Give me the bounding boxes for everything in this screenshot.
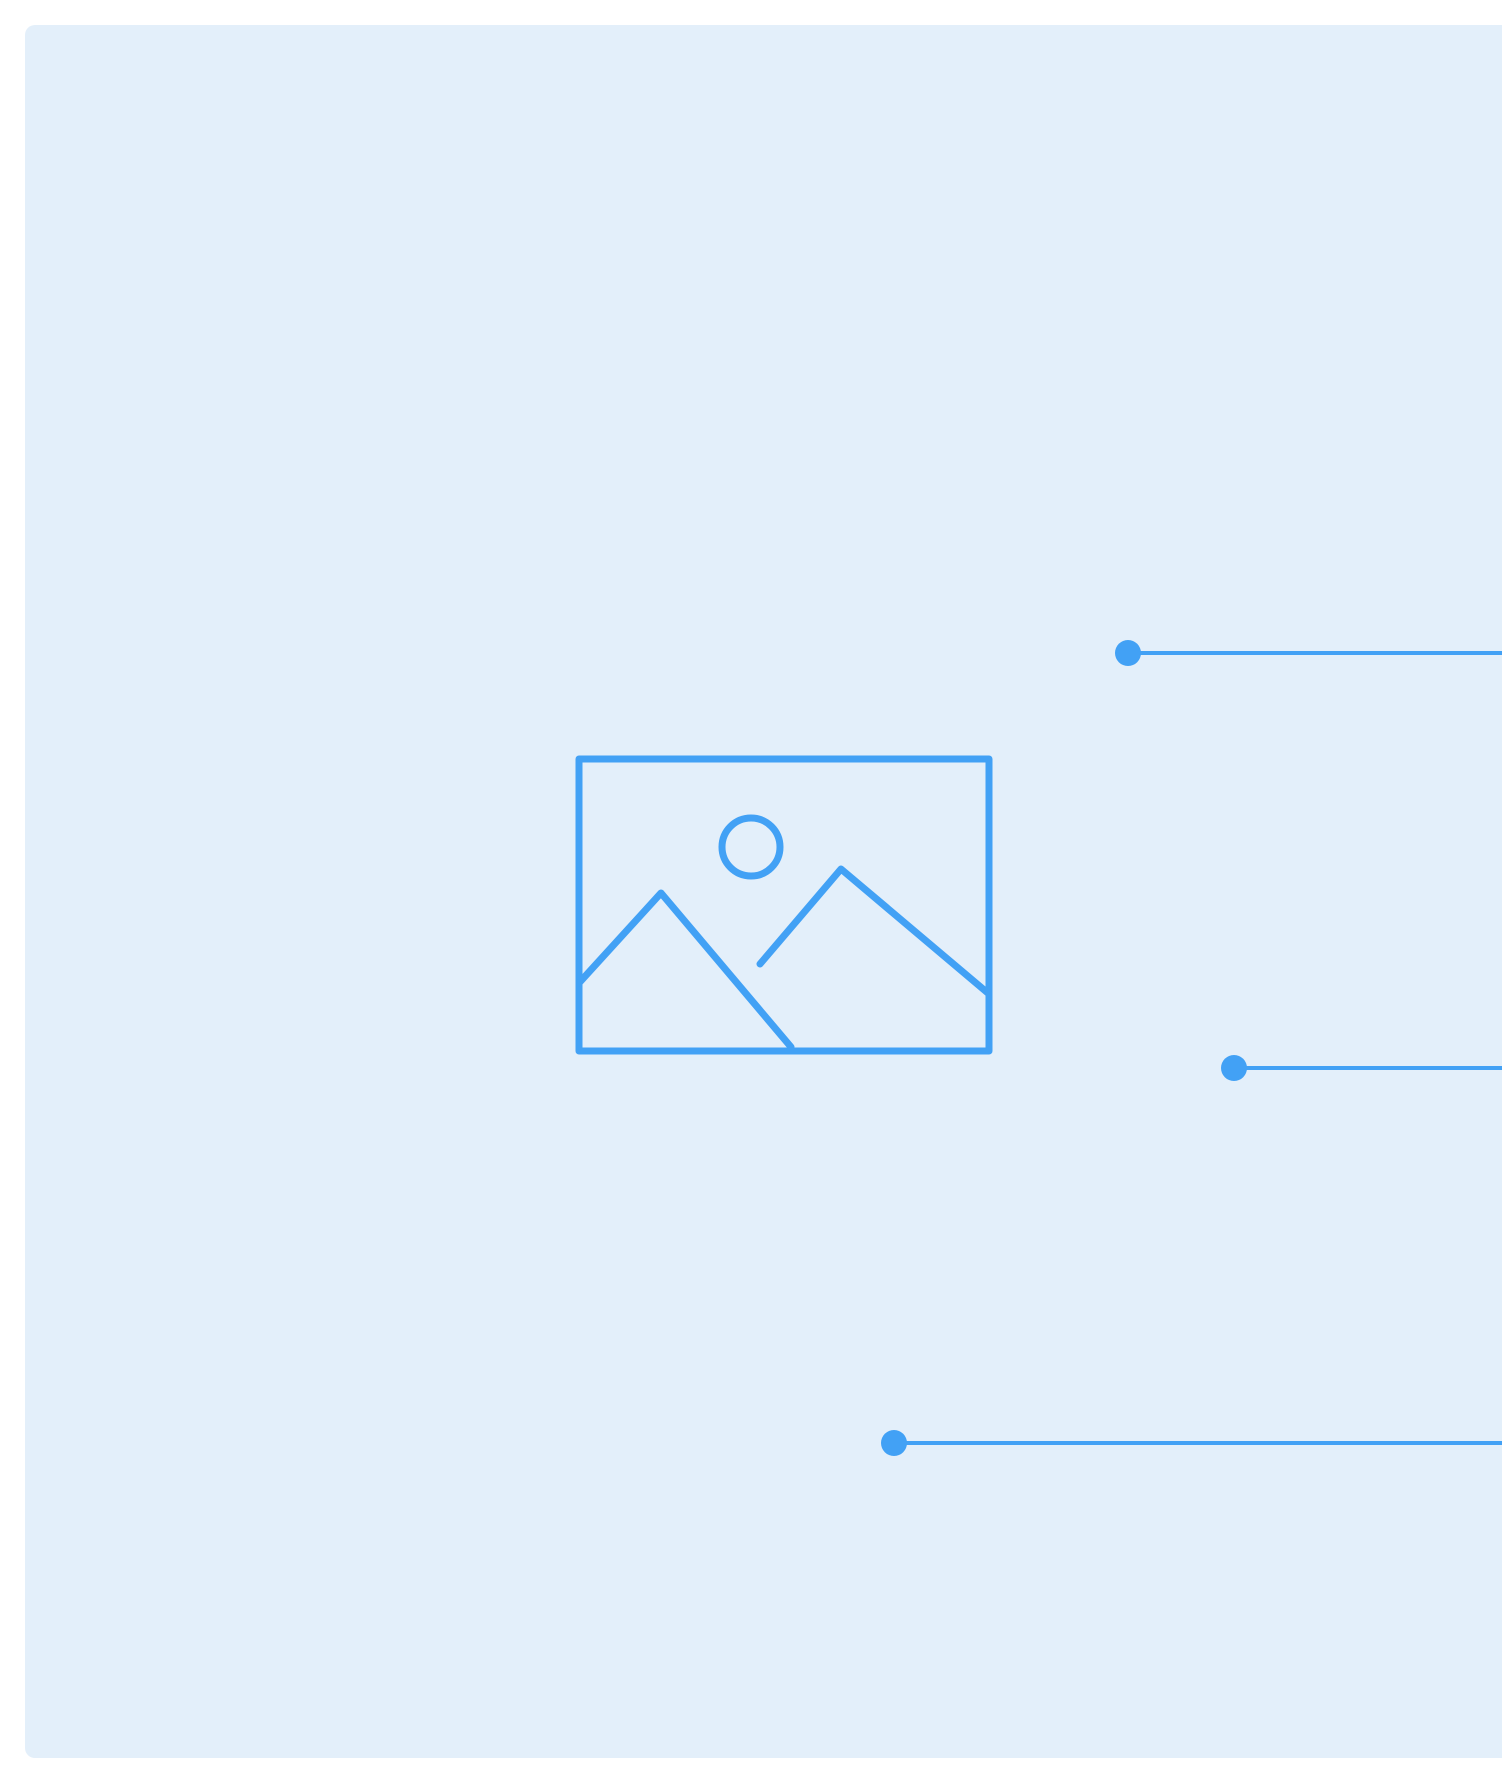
callout-lines: [881, 640, 1502, 1456]
callout-line-1: [1115, 640, 1502, 666]
callout-line-3: [881, 1430, 1502, 1456]
image-placeholder-canvas: [25, 25, 1502, 1758]
callout-line-2: [1221, 1055, 1502, 1081]
